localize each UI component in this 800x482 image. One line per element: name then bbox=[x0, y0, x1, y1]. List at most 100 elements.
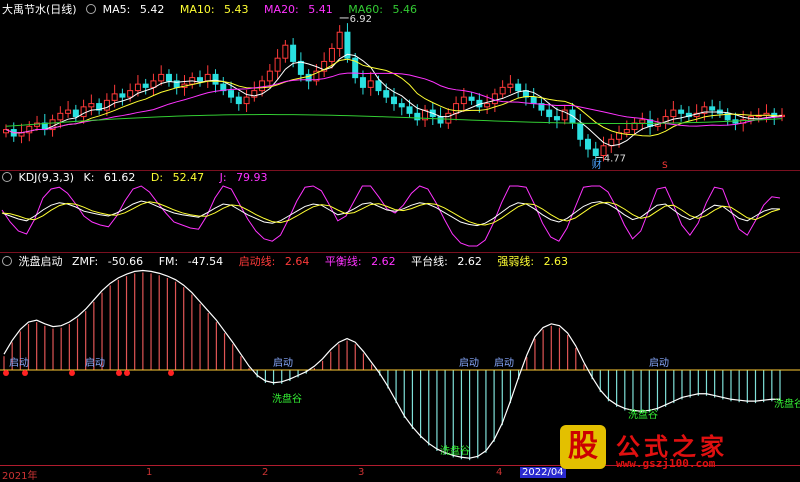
kdj-header: KDJ(9,3,3) K: 61.62 D: 52.47 J: 79.93 bbox=[2, 171, 280, 184]
candle-body bbox=[484, 103, 491, 108]
ma10-label: MA10: bbox=[179, 3, 215, 16]
candle-body bbox=[165, 73, 172, 82]
candle-body bbox=[585, 138, 591, 150]
candle-body bbox=[678, 109, 685, 114]
ph-value: 2.62 bbox=[371, 255, 396, 268]
ma-settings-icon[interactable] bbox=[86, 4, 97, 14]
candle-body bbox=[127, 90, 134, 98]
candle-body bbox=[592, 148, 599, 157]
wash-valley-label: 洗盘谷 bbox=[628, 408, 658, 421]
candle-body bbox=[445, 112, 452, 124]
candle-body bbox=[367, 80, 374, 88]
candle-body bbox=[391, 96, 397, 105]
d-label: D: bbox=[150, 171, 164, 184]
watermark-url: www.gszj100.com bbox=[616, 457, 716, 470]
start-signal-dot bbox=[124, 370, 130, 376]
start-signal-label: 启动 bbox=[459, 356, 479, 369]
kdj-panel[interactable]: KDJ(9,3,3) K: 61.62 D: 52.47 J: 79.93 bbox=[0, 170, 800, 252]
kdj-j-line bbox=[1, 185, 781, 247]
time-tick: 1 bbox=[146, 467, 153, 478]
wash-header: 洗盘启动 ZMF: -50.66 FM: -47.54 启动线: 2.64 平衡… bbox=[2, 253, 580, 269]
zmf-value: -50.66 bbox=[107, 255, 144, 268]
start-signal-dot bbox=[69, 370, 75, 376]
time-tick: 4 bbox=[496, 467, 503, 478]
candle-body bbox=[266, 70, 273, 82]
candle-body bbox=[670, 109, 677, 118]
candle-body bbox=[142, 83, 149, 88]
qr-value: 2.63 bbox=[543, 255, 569, 268]
candle-body bbox=[553, 116, 560, 121]
candle-body bbox=[709, 106, 716, 111]
price-chart-panel[interactable]: 6.92 4.77 财 S 大禹节水(日线) MA5: 5.42 MA10: 5.43… bbox=[0, 0, 800, 170]
kdj-d-line bbox=[1, 201, 781, 226]
qd-value: 2.64 bbox=[284, 255, 310, 268]
candle-body bbox=[274, 57, 281, 72]
ma5-label: MA5: bbox=[102, 3, 131, 16]
candle-body bbox=[499, 86, 506, 95]
time-tick: 2 bbox=[262, 467, 269, 478]
candle-body bbox=[468, 96, 475, 101]
candle-body bbox=[259, 80, 266, 92]
start-signal-label: 启动 bbox=[649, 356, 669, 369]
candle-body bbox=[375, 80, 382, 92]
start-signal-label: 启动 bbox=[9, 356, 29, 369]
candle-body bbox=[491, 93, 498, 105]
price-chart-canvas[interactable]: 6.924.77财 S bbox=[0, 0, 800, 170]
candle-body bbox=[111, 93, 118, 101]
candle-body bbox=[57, 112, 64, 121]
wash-title: 洗盘启动 bbox=[18, 255, 63, 268]
candle-body bbox=[398, 103, 405, 108]
candle-body bbox=[103, 99, 110, 111]
candle-body bbox=[119, 93, 126, 98]
candle-body bbox=[212, 73, 219, 85]
start-signal-dot bbox=[116, 370, 122, 376]
watermark-logo: 股 公式之家 www.gszj100.com bbox=[560, 425, 780, 473]
wash-settings-icon[interactable] bbox=[2, 256, 12, 266]
candle-body bbox=[631, 122, 638, 131]
signal-marker: S bbox=[662, 161, 668, 170]
candle-body bbox=[383, 90, 390, 98]
candle-body bbox=[414, 112, 421, 121]
start-signal-label: 启动 bbox=[273, 356, 293, 369]
ma20-label: MA20: bbox=[264, 3, 299, 16]
candle-body bbox=[80, 106, 87, 118]
candle-body bbox=[290, 44, 297, 62]
zmf-label: ZMF: bbox=[72, 255, 99, 268]
candle-body bbox=[150, 80, 157, 88]
finance-marker: 财 bbox=[592, 158, 602, 170]
wash-valley-label: 洗盘谷 bbox=[440, 444, 470, 457]
candle-body bbox=[623, 129, 630, 134]
candle-body bbox=[406, 106, 413, 114]
fm-label: FM: bbox=[158, 255, 179, 268]
wash-valley-label: 洗盘谷 bbox=[774, 397, 800, 410]
candle-body bbox=[515, 83, 522, 92]
start-signal-dot bbox=[168, 370, 174, 376]
candle-body bbox=[577, 122, 584, 140]
start-signal-label: 启动 bbox=[494, 356, 514, 369]
qr-label: 强弱线: bbox=[497, 255, 535, 268]
candle-body bbox=[65, 109, 72, 114]
candle-body bbox=[228, 90, 235, 98]
ma60-value: 5.46 bbox=[392, 3, 417, 16]
fm-value: -47.54 bbox=[187, 255, 224, 268]
candle-body bbox=[297, 60, 304, 75]
ma10-value: 5.43 bbox=[224, 3, 249, 16]
candle-body bbox=[134, 83, 141, 92]
kdj-settings-icon[interactable] bbox=[2, 172, 12, 182]
ma5-value: 5.42 bbox=[139, 3, 165, 16]
j-label: J: bbox=[219, 171, 227, 184]
candle-body bbox=[197, 77, 203, 82]
candle-body bbox=[530, 96, 537, 105]
time-tick: 3 bbox=[358, 467, 365, 478]
kdj-title: KDJ(9,3,3) bbox=[18, 171, 75, 184]
candle-body bbox=[569, 109, 576, 124]
k-value: 61.62 bbox=[103, 171, 136, 184]
candle-body bbox=[359, 77, 366, 88]
ph-label: 平衡线: bbox=[324, 255, 362, 268]
candle-body bbox=[72, 109, 79, 118]
candle-body bbox=[639, 119, 646, 124]
candle-body bbox=[546, 109, 553, 118]
candle-body bbox=[88, 103, 95, 108]
ma20-value: 5.41 bbox=[308, 3, 333, 16]
low-price-label: 4.77 bbox=[604, 153, 626, 164]
